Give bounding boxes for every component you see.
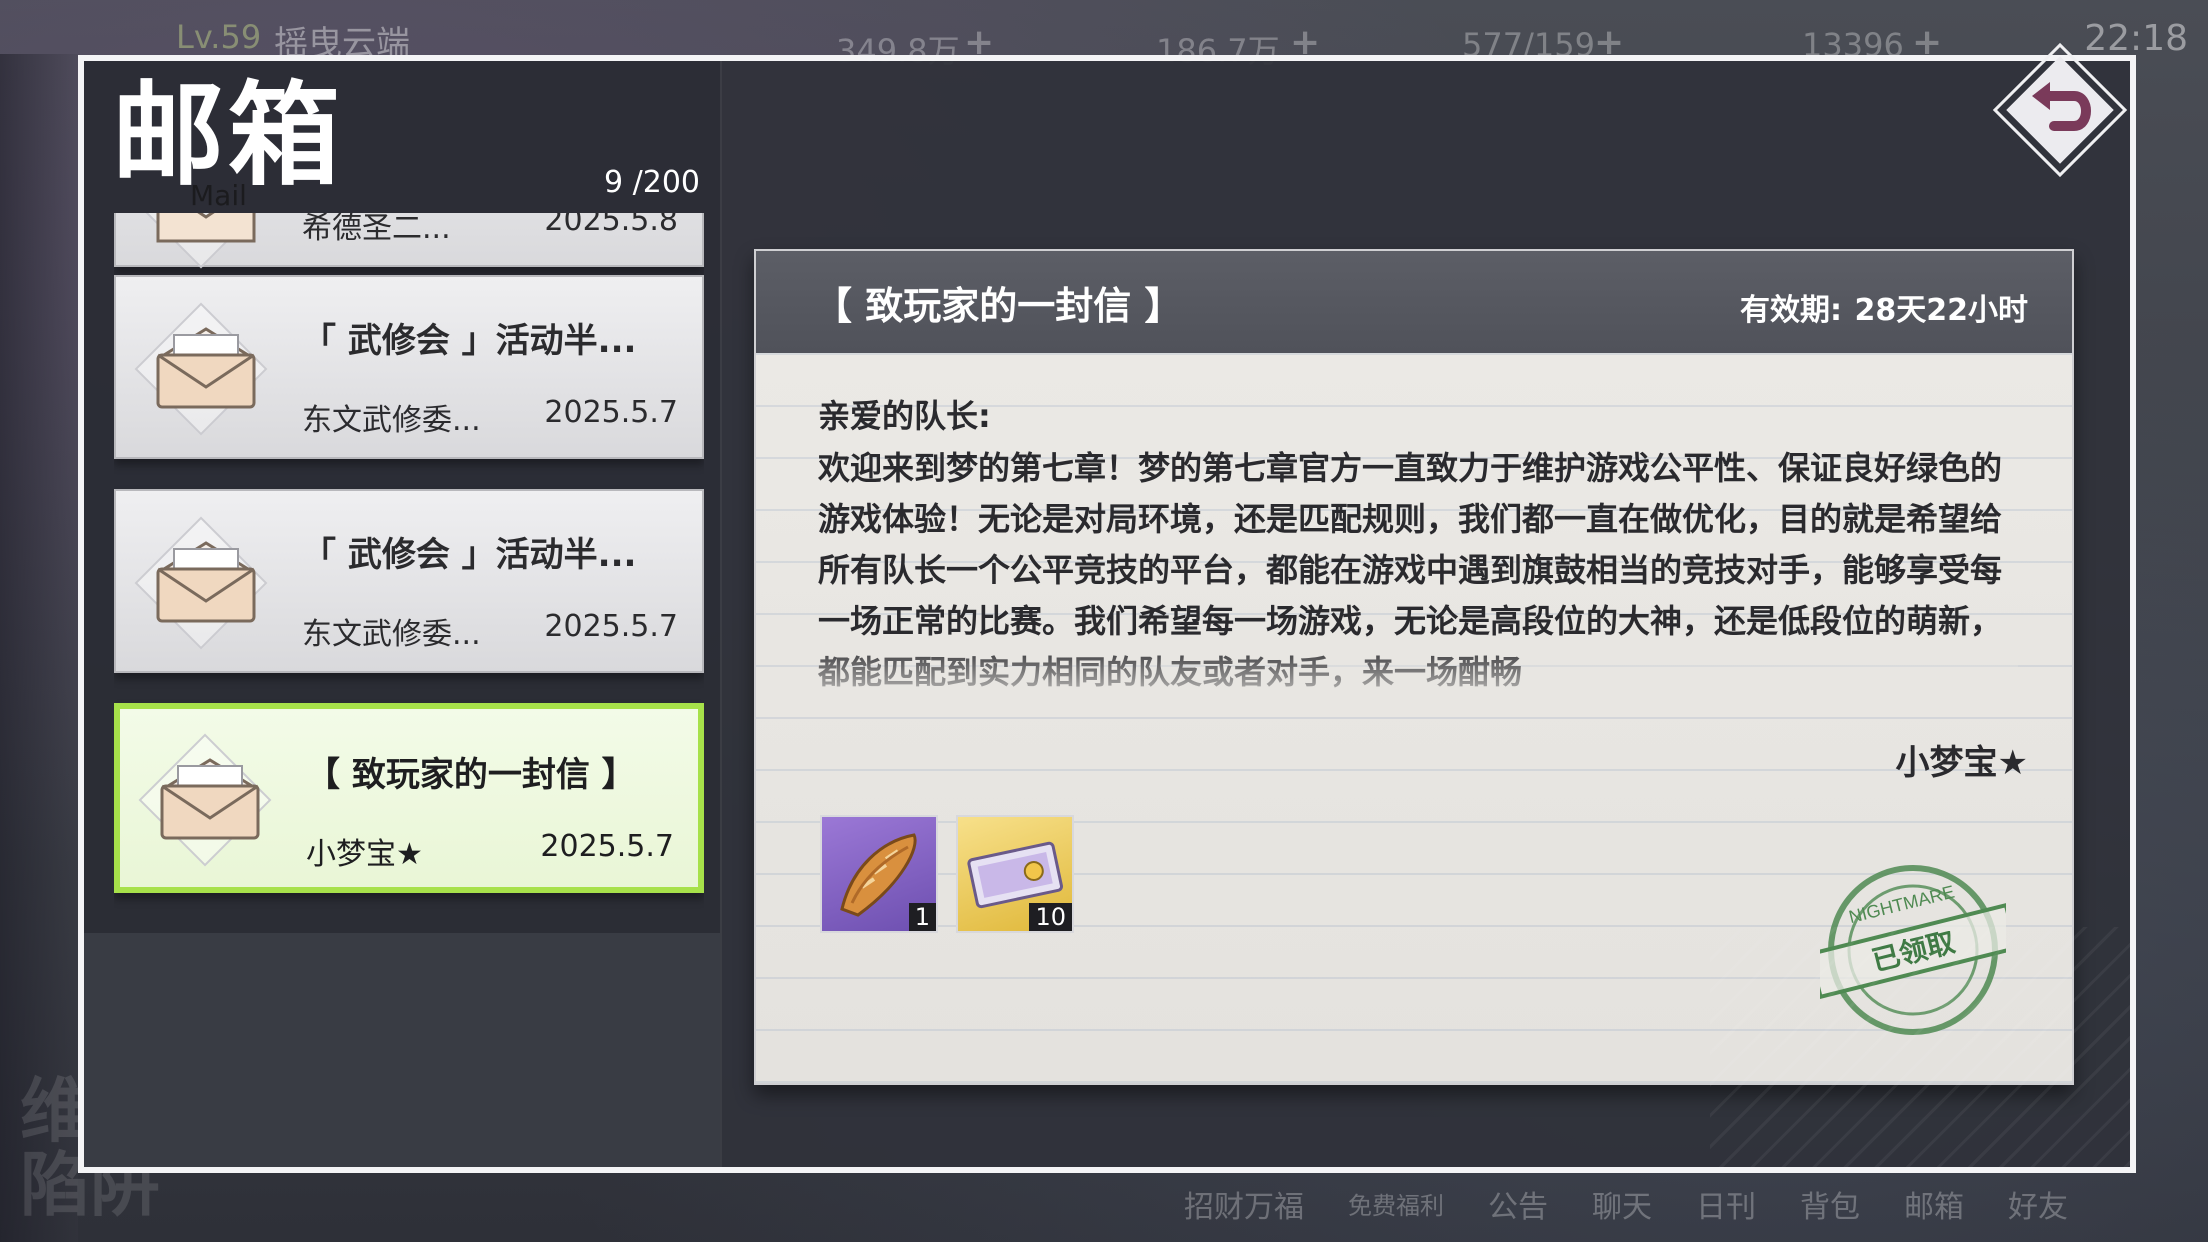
mail-subject: 【 致玩家的一封信 】 <box>306 755 636 795</box>
mail-item[interactable]: 希德圣二... 2025.5.8 <box>114 213 704 269</box>
nav-friends[interactable]: 好友 <box>2008 1182 2068 1226</box>
mail-sender: 希德圣二... <box>302 213 451 246</box>
mail-item-selected[interactable]: 【 致玩家的一封信 】 小梦宝★ 2025.5.7 <box>114 703 704 893</box>
top-hud: Lv.59 摇曳云端 349.8万 + 186.7万 + 577/159 + 1… <box>0 0 2208 70</box>
mail-date: 2025.5.7 <box>544 609 678 644</box>
mail-sender: 东文武修委... <box>302 403 481 438</box>
envelope-icon <box>156 541 256 623</box>
envelope-icon <box>156 327 256 409</box>
nav-announcement[interactable]: 公告 <box>1488 1182 1548 1226</box>
nav-daily[interactable]: 日刊 <box>1696 1182 1756 1226</box>
back-button[interactable] <box>1980 30 2140 190</box>
letter-header: 【 致玩家的一封信 】 有效期: 28天22小时 <box>756 251 2072 353</box>
envelope-icon <box>156 213 256 243</box>
letter-panel: 【 致玩家的一封信 】 有效期: 28天22小时 亲爱的队长: 欢迎来到梦的第七… <box>754 249 2074 1085</box>
mail-subject: 「 武修会 」活动半... <box>302 535 637 575</box>
reward-list: 1 10 <box>820 815 1074 933</box>
mail-count: 9 /200 <box>604 165 700 200</box>
reward-item[interactable]: 1 <box>820 815 938 933</box>
left-background-panel <box>0 54 78 1242</box>
letter-body-fade <box>818 649 2018 709</box>
reward-quantity: 10 <box>1029 903 1072 931</box>
nav-fortune[interactable]: 招财万福 <box>1184 1182 1304 1226</box>
mail-sender: 小梦宝★ <box>306 837 423 872</box>
expiry-value: 28天22小时 <box>1854 293 2029 328</box>
mail-date: 2025.5.7 <box>544 395 678 430</box>
expiry-label: 有效期: <box>1740 293 1842 328</box>
reward-quantity: 1 <box>908 903 936 931</box>
bottom-nav: 招财万福 免费福利 公告 聊天 日刊 背包 邮箱 好友 <box>1184 1182 2068 1226</box>
mail-subject: 「 武修会 」活动半... <box>302 321 637 361</box>
nav-mailbox[interactable]: 邮箱 <box>1904 1182 1964 1226</box>
mail-dialog: 邮箱 Mail 9 /200 希德圣二... 2025.5.8 「 武修会 」活… <box>78 55 2136 1173</box>
player-level: Lv.59 <box>176 18 262 56</box>
mail-date: 2025.5.7 <box>540 829 674 864</box>
letter-signature: 小梦宝★ <box>1895 743 2028 783</box>
nav-free-welfare[interactable]: 免费福利 <box>1348 1182 1444 1226</box>
nav-chat[interactable]: 聊天 <box>1592 1182 1652 1226</box>
letter-greeting: 亲爱的队长: <box>818 397 991 435</box>
mail-item[interactable]: 「 武修会 」活动半... 东文武修委... 2025.5.7 <box>114 275 704 459</box>
envelope-icon <box>160 758 260 840</box>
claimed-stamp: NIGHTMARE 已领取 <box>1820 865 2006 1035</box>
mail-item[interactable]: 「 武修会 」活动半... 东文武修委... 2025.5.7 <box>114 489 704 673</box>
mail-list[interactable]: 希德圣二... 2025.5.8 「 武修会 」活动半... 东文武修委... … <box>114 213 704 973</box>
letter-title: 【 致玩家的一封信 】 <box>814 284 1183 328</box>
page-subtitle: Mail <box>190 179 247 212</box>
mail-sender: 东文武修委... <box>302 617 481 652</box>
nav-bag[interactable]: 背包 <box>1800 1182 1860 1226</box>
reward-item[interactable]: 10 <box>956 815 1074 933</box>
mail-date: 2025.5.8 <box>544 213 678 238</box>
